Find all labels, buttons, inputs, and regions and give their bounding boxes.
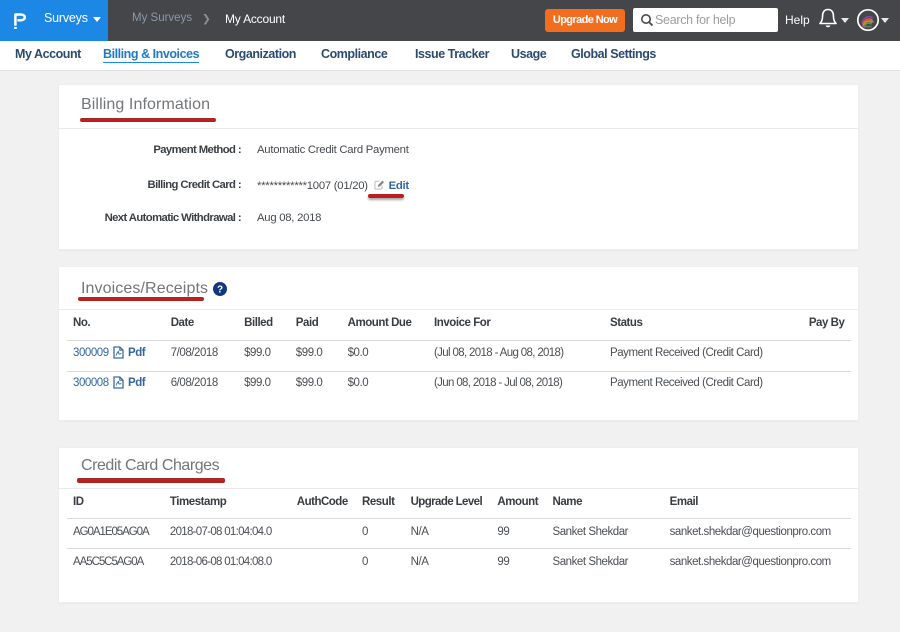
svg-text:?: ? xyxy=(216,285,222,296)
